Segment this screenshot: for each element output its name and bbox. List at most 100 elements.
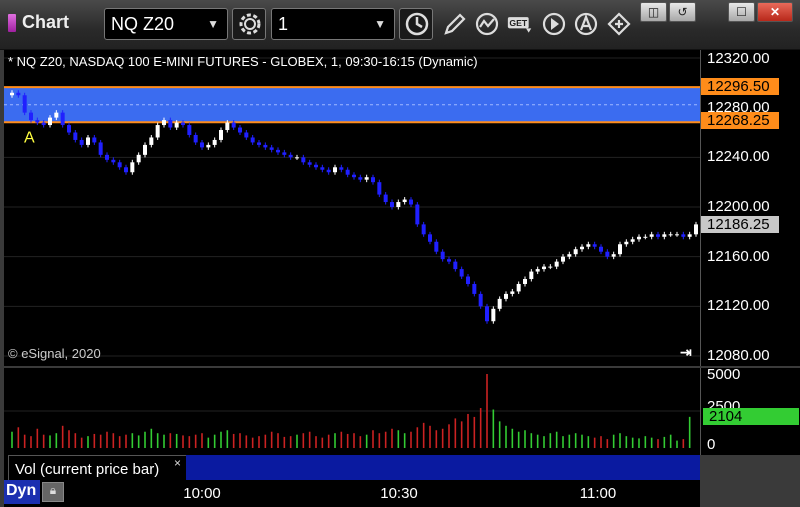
candle (491, 306, 496, 324)
volume-study-label[interactable]: Vol (current price bar) (8, 455, 188, 483)
candle (22, 92, 27, 116)
candle-body (282, 152, 287, 155)
candle-body (263, 144, 268, 148)
candle-body (193, 134, 198, 143)
time-axis[interactable]: 10:00 10:30 11:00 (4, 480, 700, 507)
candle (136, 152, 141, 165)
interval-combo[interactable]: 1 ▼ (271, 8, 395, 40)
candle (326, 167, 331, 175)
candle-body (124, 167, 128, 173)
candle-body (599, 246, 603, 252)
candle-body (48, 117, 52, 126)
candle (618, 241, 622, 257)
candle (339, 164, 344, 173)
volume-tag: 2104 (703, 408, 799, 425)
candle (124, 164, 128, 175)
candle (643, 234, 648, 240)
window-title: Chart (22, 12, 70, 32)
close-icon: ✕ (769, 5, 781, 19)
draw-tool-button[interactable] (440, 9, 470, 39)
candle-body (105, 154, 109, 160)
candle-body (174, 122, 179, 128)
chevron-down-icon[interactable]: ▼ (207, 9, 219, 39)
candle-body (117, 162, 122, 168)
time-template-button[interactable] (399, 8, 433, 40)
candle-body (79, 139, 84, 145)
get-data-button[interactable]: GET (505, 9, 535, 39)
candle (364, 174, 369, 183)
replay-button[interactable] (539, 9, 569, 39)
candle (92, 134, 97, 145)
goto-end-icon[interactable]: ⇥ (680, 344, 692, 361)
volume-axis[interactable]: 5000 2500 0 2104 (700, 366, 800, 455)
candle-body (250, 137, 255, 143)
alert-button[interactable] (571, 9, 601, 39)
volume-pane[interactable] (4, 368, 700, 455)
candle-body (637, 236, 641, 240)
candle-body (694, 224, 698, 235)
maximize-icon: ↺ (677, 5, 688, 19)
link-button[interactable] (604, 9, 634, 39)
tile-button[interactable]: ↺ (669, 2, 696, 22)
candle (130, 159, 135, 175)
price-chart[interactable]: A (4, 50, 700, 366)
candle-body (187, 125, 192, 135)
chevron-down-icon[interactable]: ▼ (374, 9, 386, 39)
close-button[interactable]: ✕ (757, 2, 793, 22)
volume-chart[interactable] (4, 368, 700, 455)
candle-body (554, 261, 559, 267)
settings-button[interactable] (232, 8, 266, 40)
candle-body (10, 92, 14, 96)
candle-body (649, 234, 654, 237)
candle-body (510, 291, 515, 294)
candle-body (504, 293, 508, 299)
play-icon (542, 12, 566, 36)
candle-body (542, 266, 546, 270)
candle-body (580, 246, 584, 250)
copyright: © eSignal, 2020 (8, 346, 101, 361)
chart-header: * NQ Z20, NASDAQ 100 E-MINI FUTURES - GL… (8, 54, 478, 69)
candle (605, 249, 610, 260)
candle-body (383, 194, 388, 203)
candle-body (516, 283, 521, 292)
candle (187, 122, 192, 138)
candle-body (16, 92, 21, 96)
study-icon (475, 12, 499, 36)
candle (694, 221, 698, 237)
candle (542, 264, 546, 272)
lock-icon[interactable]: 🔒︎ (42, 482, 64, 502)
annotation-label[interactable]: A (24, 129, 35, 146)
candle-body (364, 177, 369, 180)
candle (98, 139, 103, 158)
candle-body (155, 125, 160, 138)
candle-body (561, 256, 565, 262)
candle-body (447, 259, 451, 262)
studies-button[interactable] (472, 9, 502, 39)
symbol-combo[interactable]: NQ Z20 ▼ (104, 8, 228, 40)
candle-body (92, 137, 97, 143)
candle-body (630, 239, 635, 242)
restore-button[interactable]: ◫ (640, 2, 667, 22)
close-study-icon[interactable]: × (174, 456, 181, 470)
candle (409, 197, 413, 207)
candle (459, 266, 464, 280)
price-axis[interactable]: 12320.00 12280.00 12240.00 12200.00 1216… (700, 50, 800, 366)
candle (314, 162, 318, 170)
maximize-button[interactable]: ☐ (728, 2, 755, 22)
candle (421, 221, 426, 237)
price-tick: 12320.00 (707, 50, 770, 67)
candle (143, 142, 147, 158)
candle (307, 159, 312, 168)
candle-body (35, 120, 40, 123)
candle (637, 234, 641, 242)
volume-tick: 0 (707, 436, 716, 453)
candle-body (440, 251, 445, 260)
interval-mode-button[interactable]: Dyn (4, 480, 40, 504)
candle (288, 152, 293, 160)
candle (295, 154, 299, 160)
price-pane[interactable]: A * NQ Z20, NASDAQ 100 E-MINI FUTURES - … (4, 50, 700, 366)
candle-body (428, 234, 432, 242)
candle (212, 137, 217, 148)
candle-body (67, 125, 71, 133)
candle (466, 274, 470, 287)
